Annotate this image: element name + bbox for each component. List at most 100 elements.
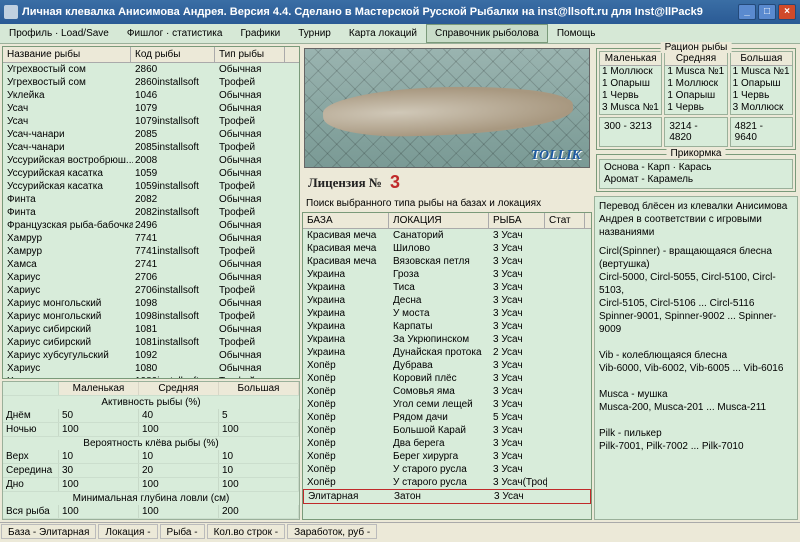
table-row[interactable]: УкраинаДесна3 Усач (303, 294, 591, 307)
table-row[interactable]: Уссурийская востробрюш...2008Обычная (3, 154, 299, 167)
fish-image: TOLLIK (304, 48, 590, 168)
table-row[interactable]: Хариус1080Обычная (3, 362, 299, 375)
col-fish-type[interactable]: Тип рыбы (215, 47, 285, 62)
menubar: Профиль · Load/SaveФишлог · статистикаГр… (0, 24, 800, 44)
table-row[interactable]: УкраинаГроза3 Усач (303, 268, 591, 281)
status-cell: Заработок, руб - (287, 524, 377, 539)
range-box: 3214 - 4820 (664, 117, 727, 147)
license-label: Лицензия № (308, 176, 382, 189)
table-row[interactable]: Угрехвостый сом2860installsoftТрофей (3, 76, 299, 89)
table-row[interactable]: Хариус монгольский1098installsoftТрофей (3, 310, 299, 323)
menu-2[interactable]: Графики (231, 24, 289, 43)
table-row[interactable]: Финта2082installsoftТрофей (3, 206, 299, 219)
table-row[interactable]: Французская рыба-бабочка2496Обычная (3, 219, 299, 232)
maximize-button[interactable]: □ (758, 4, 776, 20)
table-row[interactable]: Красивая мечаСанаторий3 Усач (303, 229, 591, 242)
table-row[interactable]: УкраинаУ моста3 Усач (303, 307, 591, 320)
prikormka-body: Основа - Карп · КарасьАромат - Карамель (599, 159, 793, 189)
table-row[interactable]: Хариус сибирский1081Обычная (3, 323, 299, 336)
activity-row: Дно100100100 (3, 478, 299, 492)
menu-6[interactable]: Помощь (548, 24, 605, 43)
location-table-body[interactable]: Красивая мечаСанаторий3 УсачКрасивая меч… (303, 229, 591, 504)
table-row[interactable]: Угрехвостый сом2860Обычная (3, 63, 299, 76)
col-base[interactable]: БАЗА (303, 213, 389, 228)
table-row[interactable]: Хариус2706Обычная (3, 271, 299, 284)
table-row[interactable]: Хариус1080installsoftТрофей (3, 375, 299, 379)
workspace: Название рыбы Код рыбы Тип рыбы Угрехвос… (0, 44, 800, 522)
minimize-button[interactable]: _ (738, 4, 756, 20)
table-row[interactable]: Хамрур7741Обычная (3, 232, 299, 245)
col-fish-code[interactable]: Код рыбы (131, 47, 215, 62)
status-cell: Кол.во строк - (207, 524, 286, 539)
fish-table[interactable]: Название рыбы Код рыбы Тип рыбы Угрехвос… (2, 46, 300, 379)
status-cell: Локация - (98, 524, 157, 539)
table-row[interactable]: Уссурийская касатка1059installsoftТрофей (3, 180, 299, 193)
table-row[interactable]: Усач-чанари2085Обычная (3, 128, 299, 141)
activity-row: Середина302010 (3, 464, 299, 478)
menu-4[interactable]: Карта локаций (340, 24, 426, 43)
middle-pane: TOLLIK Лицензия № 3 Поиск выбранного тип… (302, 46, 592, 520)
ration-group: Рацион рыбы Маленькая1 Моллюск1 Опарыш1 … (596, 48, 796, 150)
activity-row: Днём50405 (3, 409, 299, 423)
table-row[interactable]: УкраинаКарпаты3 Усач (303, 320, 591, 333)
watermark: TOLLIK (531, 149, 581, 163)
range-box: 300 - 3213 (599, 117, 662, 147)
table-row[interactable]: Финта2082Обычная (3, 193, 299, 206)
table-row[interactable]: Усач-чанари2085installsoftТрофей (3, 141, 299, 154)
table-row[interactable]: Хариус2706installsoftТрофей (3, 284, 299, 297)
translate-box: Перевод блёсен из клевалки Анисимова Анд… (594, 196, 798, 520)
table-row[interactable]: ХопёрДубрава3 Усач (303, 359, 591, 372)
menu-3[interactable]: Турнир (289, 24, 340, 43)
status-cell: База - Элитарная (1, 524, 96, 539)
table-row[interactable]: ХопёрРядом дачи5 Усач (303, 411, 591, 424)
table-row[interactable]: ХопёрКоровий плёс3 Усач (303, 372, 591, 385)
table-row[interactable]: ХопёрУ старого русла3 Усач (303, 463, 591, 476)
table-row[interactable]: Уссурийская касатка1059Обычная (3, 167, 299, 180)
col-fish-name[interactable]: Название рыбы (3, 47, 131, 62)
col-location[interactable]: ЛОКАЦИЯ (389, 213, 489, 228)
activity-panel: МаленькаяСредняяБольшаяАктивность рыбы (… (2, 381, 300, 520)
table-row[interactable]: УкраинаТиса3 Усач (303, 281, 591, 294)
menu-0[interactable]: Профиль · Load/Save (0, 24, 118, 43)
table-row[interactable]: Хамрур7741installsoftТрофей (3, 245, 299, 258)
table-row[interactable]: Уклейка1046Обычная (3, 89, 299, 102)
fish-table-body[interactable]: Угрехвостый сом2860ОбычнаяУгрехвостый со… (3, 63, 299, 379)
statusbar: База - ЭлитарнаяЛокация -Рыба -Кол.во ст… (0, 522, 800, 540)
table-row[interactable]: Красивая мечаШилово3 Усач (303, 242, 591, 255)
table-row[interactable]: Хариус сибирский1081installsoftТрофей (3, 336, 299, 349)
table-row[interactable]: ХопёрУгол семи лещей3 Усач (303, 398, 591, 411)
table-row[interactable]: ХопёрСомовья яма3 Усач (303, 385, 591, 398)
table-row[interactable]: ХопёрБерег хирурга3 Усач (303, 450, 591, 463)
activity-row: Вся рыба100100200 (3, 505, 299, 519)
table-row[interactable]: Хариус хубсугульский1092Обычная (3, 349, 299, 362)
table-row[interactable]: ХопёрБольшой Карай3 Усач (303, 424, 591, 437)
col-fish[interactable]: РЫБА (489, 213, 545, 228)
close-button[interactable]: × (778, 4, 796, 20)
menu-5[interactable]: Справочник рыболова (426, 24, 548, 43)
table-row[interactable]: Красивая мечаВязовская петля3 Усач (303, 255, 591, 268)
menu-1[interactable]: Фишлог · статистика (118, 24, 232, 43)
ration-col: Средняя1 Musca №11 Моллюск1 Опарыш1 Черв… (664, 51, 727, 115)
ration-col: Большая1 Musca №11 Опарыш1 Червь3 Моллюс… (730, 51, 793, 115)
ration-title: Рацион рыбы (661, 42, 732, 53)
table-row[interactable]: УкраинаДунайская протока2 Усач (303, 346, 591, 359)
search-caption: Поиск выбранного типа рыбы на базах и ло… (302, 195, 592, 212)
range-box: 4821 - 9640 (730, 117, 793, 147)
table-row[interactable]: ХопёрУ старого русла3 Усач(Трофей) (303, 476, 591, 489)
location-table-header: БАЗА ЛОКАЦИЯ РЫБА Стат (303, 213, 591, 229)
table-row[interactable]: ЭлитарнаяЗатон3 Усач (303, 489, 591, 504)
table-row[interactable]: УкраинаЗа Укрюпинском3 Усач (303, 333, 591, 346)
location-table[interactable]: БАЗА ЛОКАЦИЯ РЫБА Стат Красивая мечаСана… (302, 212, 592, 520)
table-row[interactable]: Хариус монгольский1098Обычная (3, 297, 299, 310)
col-stat[interactable]: Стат (545, 213, 585, 228)
fish-table-header: Название рыбы Код рыбы Тип рыбы (3, 47, 299, 63)
activity-row: Верх101010 (3, 450, 299, 464)
license-number: 3 (390, 172, 400, 193)
titlebar: Личная клевалка Анисимова Андрея. Версия… (0, 0, 800, 24)
table-row[interactable]: ХопёрДва берега3 Усач (303, 437, 591, 450)
right-pane: Рацион рыбы Маленькая1 Моллюск1 Опарыш1 … (594, 46, 798, 520)
table-row[interactable]: Хамса2741Обычная (3, 258, 299, 271)
table-row[interactable]: Усач1079Обычная (3, 102, 299, 115)
window-title: Личная клевалка Анисимова Андрея. Версия… (22, 6, 736, 18)
table-row[interactable]: Усач1079installsoftТрофей (3, 115, 299, 128)
